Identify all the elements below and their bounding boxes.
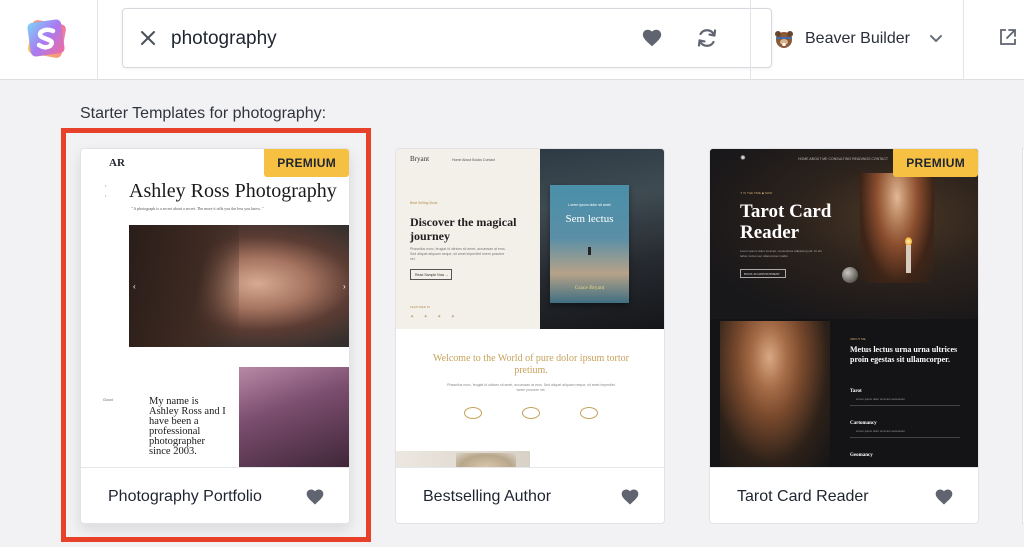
template-preview[interactable]: ✹ HOME ABOUT ME CONSULTING READINGS CONT… <box>710 149 978 467</box>
award-icon <box>464 407 482 419</box>
sync-icon[interactable] <box>695 26 719 50</box>
top-bar: Beaver Builder <box>0 0 1024 80</box>
preview-featured-logos: ✦ ✦ ✦ ✦ <box>410 314 459 320</box>
preview-brand: Bryant <box>410 155 430 163</box>
preview-logo: ✹ <box>740 155 746 162</box>
preview-intro: My name is Ashley Ross and I have been a… <box>149 396 226 457</box>
preview-lower-person <box>720 321 830 467</box>
preview-title: Ashley Ross Photography <box>129 180 337 202</box>
heart-icon[interactable] <box>620 487 640 507</box>
book-author: Grace Bryant <box>574 285 605 291</box>
heart-icon[interactable] <box>641 27 663 49</box>
card-footer: Bestselling Author <box>396 467 664 523</box>
preview-candle <box>906 245 911 273</box>
results-heading: Starter Templates for photography: <box>80 105 327 122</box>
preview-title: Tarot Card Reader <box>740 201 832 243</box>
preview-paragraph: Lorem ipsum dolor sit amet, consectetur … <box>740 249 822 258</box>
preview-hero-person <box>860 173 934 283</box>
preview-eyebrow: Best Selling Book <box>410 201 438 205</box>
preview-lower-section: Welcome to the World of pure dolor ipsum… <box>396 329 664 467</box>
preview-welcome: Welcome to the World of pure dolor ipsum… <box>433 353 629 376</box>
search-box <box>122 8 772 68</box>
premium-badge: PREMIUM <box>264 149 349 177</box>
external-link-icon[interactable] <box>997 26 1019 48</box>
close-icon[interactable] <box>137 27 159 49</box>
beaver-icon <box>775 31 793 48</box>
template-name: Bestselling Author <box>423 488 552 505</box>
page-builder-select[interactable]: Beaver Builder <box>750 0 964 80</box>
preview-lower-paragraph: Phasellus nunc, feugiat id ultrices sit … <box>447 383 615 392</box>
template-card-bestselling-author[interactable]: Bryant Home About Books Contact Best Sel… <box>395 148 665 524</box>
book-figure <box>588 247 591 255</box>
preview-heading-2: Metus lectus urna urna ultrices proin eg… <box>850 345 958 364</box>
preview-portrait-hair <box>129 225 239 347</box>
preview-prev-arrow: ‹ <box>133 282 136 291</box>
book-title: Sem lectus <box>565 213 614 225</box>
preview-service-item: Tarot <box>850 389 862 394</box>
preview-eyebrow: ✦ IS THE TIME ◆ NOW <box>740 191 773 195</box>
preview-side-label: Good <box>103 397 113 402</box>
preview-button: BOOK AN APPOINTMENT <box>740 269 786 278</box>
preview-logo: AR <box>109 157 125 169</box>
preview-service-text: Lorem ipsum dolor sit amet consectetur <box>856 397 905 401</box>
card-footer: Tarot Card Reader <box>710 467 978 523</box>
preview-featured-label: FEATURED IN <box>410 305 430 309</box>
template-card-photography-portfolio[interactable]: AR • • Ashley Ross Photography " A photog… <box>80 148 350 524</box>
preview-second-image <box>239 367 349 467</box>
preview-service-item: Cartomancy <box>850 421 877 426</box>
search-input[interactable] <box>171 23 591 55</box>
chevron-down-icon <box>930 35 942 42</box>
preview-button: Read Sample Now → <box>410 269 452 280</box>
preview-tagline: " A photograph is a secret about a secre… <box>131 206 264 211</box>
divider <box>850 405 960 406</box>
template-name: Tarot Card Reader <box>737 488 869 505</box>
preview-paragraph: Phasellus nunc, feugiat id ultrices sit … <box>410 247 506 261</box>
premium-badge: PREMIUM <box>893 149 978 177</box>
preview-service-text: Lorem ipsum dolor sit amet consectetur <box>856 429 905 433</box>
page-builder-label: Beaver Builder <box>805 30 910 47</box>
preview-heading: Discover the magical journey <box>410 215 517 243</box>
heart-icon[interactable] <box>934 487 954 507</box>
preview-bottom-image-2 <box>456 453 516 467</box>
award-icon <box>580 407 598 419</box>
preview-service-item: Geomancy <box>850 453 873 458</box>
preview-side-mark: • • <box>105 183 107 198</box>
template-preview[interactable]: AR • • Ashley Ross Photography " A photog… <box>81 149 349 467</box>
preview-nav: HOME ABOUT ME CONSULTING READINGS CONTAC… <box>798 157 889 161</box>
card-footer: Photography Portfolio <box>81 467 349 523</box>
app-logo-icon <box>27 19 66 58</box>
preview-crystal-ball <box>842 267 858 283</box>
preview-next-arrow: › <box>343 282 346 291</box>
logo-cell <box>0 0 98 80</box>
divider <box>850 437 960 438</box>
preview-lower-section: ABOUT ME Metus lectus urna urna ultrices… <box>710 319 978 467</box>
preview-eyebrow-2: ABOUT ME <box>850 337 866 341</box>
template-card-tarot-card-reader[interactable]: ✹ HOME ABOUT ME CONSULTING READINGS CONT… <box>709 148 979 524</box>
book-subtitle: Lorem ipsum dolor sit amet <box>568 203 611 207</box>
heart-icon[interactable] <box>305 487 325 507</box>
award-icon <box>522 407 540 419</box>
preview-awards <box>464 407 598 419</box>
template-name: Photography Portfolio <box>108 488 262 505</box>
preview-nav: Home About Books Contact <box>452 158 495 162</box>
template-preview[interactable]: Bryant Home About Books Contact Best Sel… <box>396 149 664 467</box>
preview-book-cover: Lorem ipsum dolor sit amet Sem lectus Gr… <box>550 185 629 303</box>
